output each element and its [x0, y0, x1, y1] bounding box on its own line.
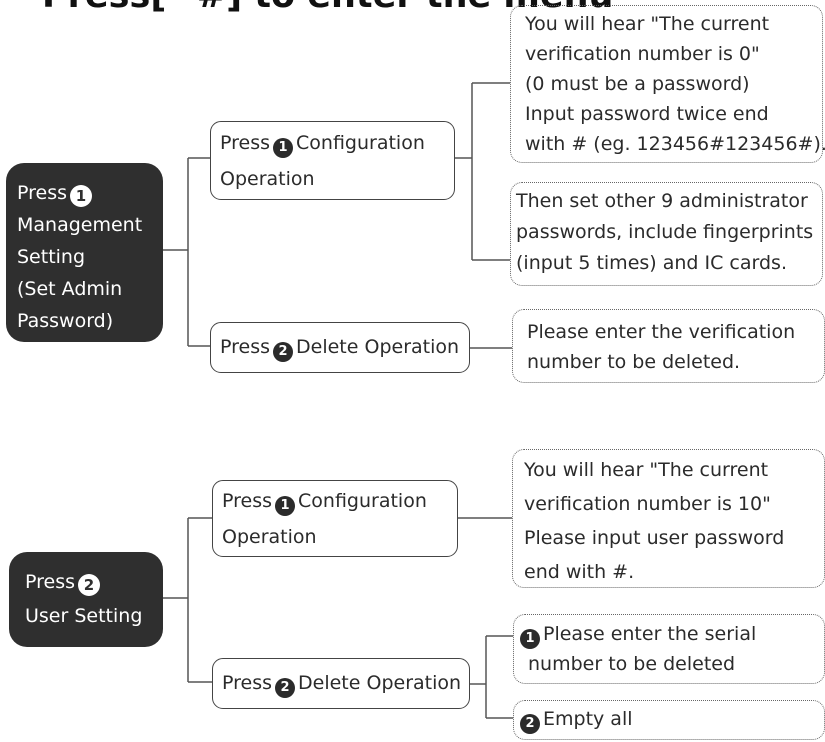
user-configuration-operation-node: Press 1 Configuration Operation	[212, 480, 458, 557]
user-password-setup-note: You will hear "The current verification …	[512, 449, 825, 588]
admin-other-credentials-note: Then set other 9 administrator passwords…	[510, 182, 823, 286]
user-empty-all-note: 2 Empty all	[513, 700, 825, 740]
number-1-icon: 1	[70, 185, 93, 207]
user-delete-operation-node: Press 2 Delete Operation	[212, 658, 470, 709]
admin-delete-note: Please enter the verification number to …	[512, 309, 825, 383]
number-1-icon: 1	[275, 496, 296, 516]
number-1-icon: 1	[273, 138, 294, 158]
user-setting-node: Press 2 User Setting	[9, 552, 163, 647]
number-2-icon: 2	[520, 714, 540, 734]
admin-password-setup-note: You will hear "The current verification …	[510, 5, 825, 163]
admin-delete-operation-node: Press 2 Delete Operation	[210, 322, 470, 373]
admin-configuration-operation-node: Press 1 Configuration Operation	[210, 121, 455, 200]
number-2-icon: 2	[275, 678, 296, 698]
user-delete-serial-note: 1 Please enter the serial number to be de…	[513, 614, 825, 684]
management-setting-node: Press 1 Management Setting (Set Admin Pas…	[6, 163, 163, 342]
number-1-icon: 1	[520, 629, 540, 649]
number-2-icon: 2	[273, 342, 294, 362]
number-2-icon: 2	[78, 574, 101, 596]
